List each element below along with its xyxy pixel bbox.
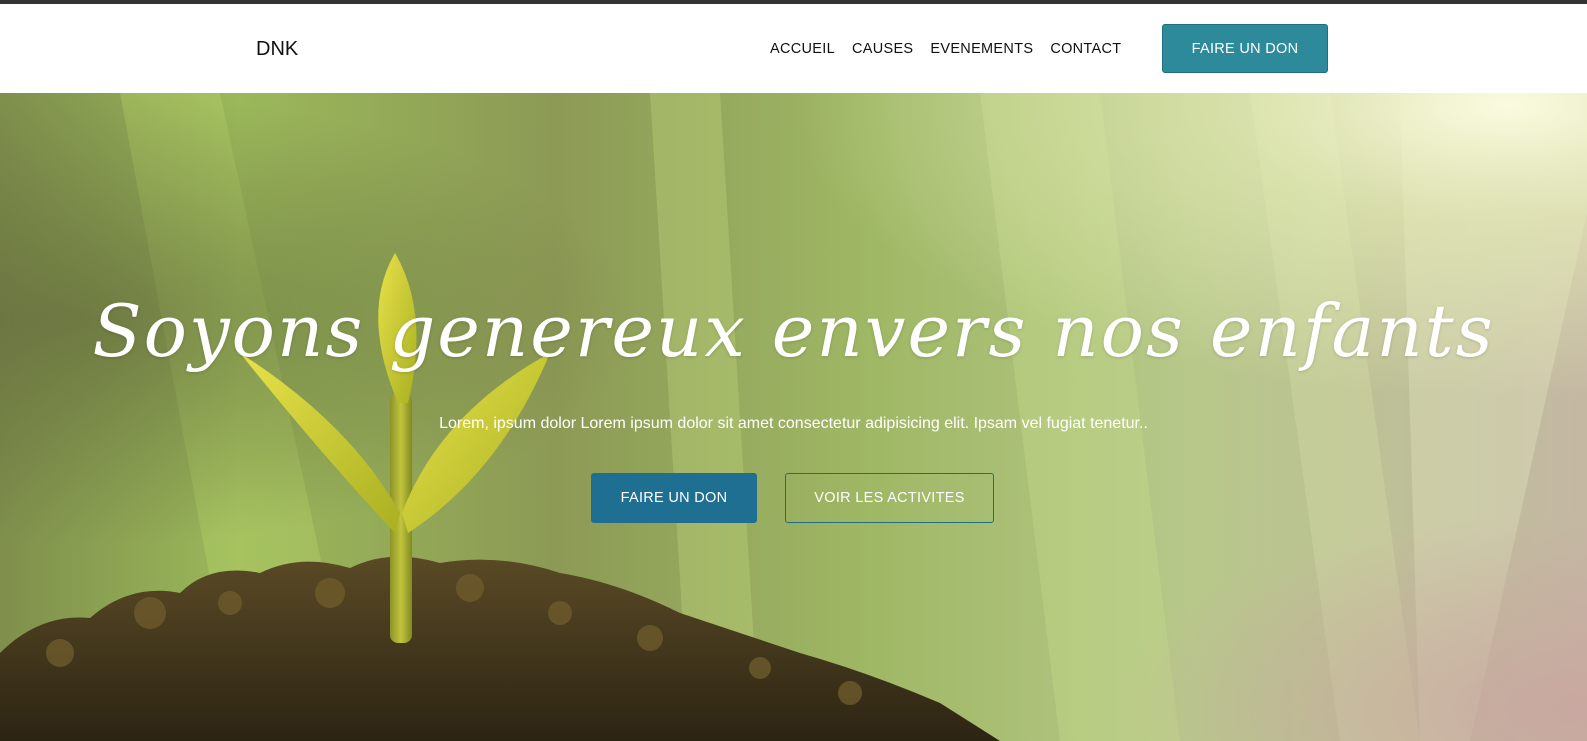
navbar: DNK ACCUEIL CAUSES EVENEMENTS CONTACT FA…	[0, 4, 1587, 93]
view-activities-button[interactable]: VOIR LES ACTIVITES	[785, 473, 994, 523]
hero-title: Soyons genereux envers nos enfants	[92, 289, 1495, 373]
nav-item-contact[interactable]: CONTACT	[1050, 40, 1121, 58]
hero-donate-button[interactable]: FAIRE UN DON	[591, 473, 757, 523]
nav-item-accueil[interactable]: ACCUEIL	[770, 40, 835, 58]
nav-item-evenements[interactable]: EVENEMENTS	[930, 40, 1033, 58]
nav-donate-button[interactable]: FAIRE UN DON	[1162, 24, 1328, 73]
hero-section: Soyons genereux envers nos enfants Lorem…	[0, 93, 1587, 741]
site-logo[interactable]: DNK	[256, 37, 298, 61]
hero-subtitle: Lorem, ipsum dolor Lorem ipsum dolor sit…	[439, 415, 1148, 432]
main-nav: ACCUEIL CAUSES EVENEMENTS CONTACT	[770, 40, 1121, 58]
nav-item-causes[interactable]: CAUSES	[852, 40, 913, 58]
